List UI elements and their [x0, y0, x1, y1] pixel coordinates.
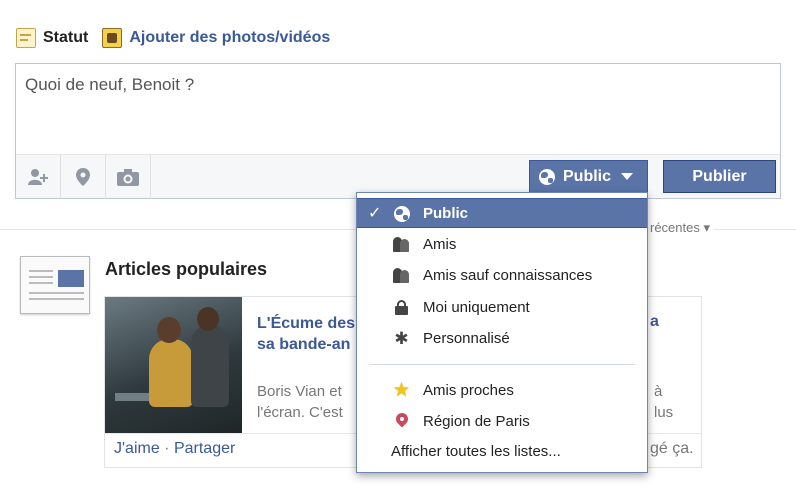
share-link[interactable]: Partager [174, 440, 235, 457]
menu-item-custom[interactable]: ✱ Personnalisé [357, 324, 647, 354]
friends-icon [393, 236, 410, 253]
tab-status-label: Statut [43, 29, 89, 46]
menu-item-label: Amis proches [423, 382, 514, 399]
menu-item-friends[interactable]: Amis [357, 230, 647, 260]
thumbnail-head [197, 307, 219, 331]
newspaper-line [29, 276, 53, 278]
star-icon: ★ [392, 380, 411, 401]
menu-item-public[interactable]: ✓ Public [357, 198, 647, 228]
article-title-fragment[interactable]: a [650, 313, 659, 331]
show-all-lists-link[interactable]: Afficher toutes les listes... [391, 443, 561, 460]
thumbnail-person [191, 325, 229, 407]
menu-item-label: Public [423, 205, 469, 222]
section-title: Articles populaires [105, 259, 268, 279]
newspaper-line [29, 292, 84, 294]
newspaper-image-block [58, 270, 84, 287]
gear-icon: ✱ [394, 329, 409, 348]
newspaper-icon [20, 256, 90, 314]
menu-item-only-me[interactable]: Moi uniquement [357, 293, 647, 323]
menu-item-label: Amis [423, 236, 457, 253]
tab-add-photos[interactable]: Ajouter des photos/vidéos [102, 28, 330, 48]
photo-icon [102, 28, 123, 48]
newspaper-line [29, 298, 84, 300]
thumbnail-head [157, 317, 181, 343]
like-link[interactable]: J'aime [114, 440, 160, 457]
newspaper-line [29, 282, 53, 284]
tag-friends-icon[interactable] [16, 155, 61, 199]
article-snippet: Boris Vian et l'écran. C'est [257, 381, 367, 423]
likes-summary: gé ça. [650, 440, 694, 457]
tab-add-photos-label: Ajouter des photos/vidéos [129, 29, 331, 46]
friends-except-icon [393, 267, 410, 284]
article-snippet-line: lus [654, 404, 674, 421]
menu-item-label: Amis sauf connaissances [423, 267, 593, 284]
article-snippet-line: Boris Vian et [257, 383, 342, 400]
menu-item-close-friends[interactable]: ★ Amis proches [357, 376, 647, 406]
article-actions: J'aime · Partager [114, 440, 235, 458]
tab-status[interactable]: Statut [16, 28, 88, 48]
action-separator: · [159, 440, 174, 457]
menu-item-label: Moi uniquement [423, 299, 530, 316]
audience-label: Public [563, 167, 612, 185]
status-composer: Quoi de neuf, Benoit ? Public Publier [15, 63, 781, 199]
article-thumbnail[interactable] [105, 297, 242, 433]
check-icon: ✓ [368, 205, 382, 222]
lock-icon [393, 299, 410, 316]
composer-tabs: Statut Ajouter des photos/vidéos [16, 26, 344, 50]
article-snippet-fragment: à lus [654, 381, 673, 423]
globe-icon [539, 168, 555, 185]
menu-item-label: Région de Paris [423, 413, 530, 430]
location-pin-icon[interactable] [61, 155, 106, 199]
menu-item-paris-region[interactable]: Région de Paris [357, 407, 647, 437]
newspaper-line [29, 270, 53, 272]
audience-selector-button[interactable]: Public [529, 160, 648, 193]
article-snippet-line: à [654, 383, 663, 400]
status-note-icon [16, 28, 36, 48]
sort-selector[interactable]: récentes ▾ [646, 220, 714, 236]
audience-menu: ✓ Public Amis Amis sauf connaissances Mo… [356, 192, 648, 473]
menu-item-friends-except[interactable]: Amis sauf connaissances [357, 261, 647, 291]
menu-item-label: Personnalisé [423, 330, 510, 347]
globe-icon [393, 205, 410, 222]
publish-button[interactable]: Publier [663, 160, 776, 193]
location-pin-icon [393, 413, 410, 430]
camera-icon[interactable] [106, 155, 151, 199]
status-input[interactable]: Quoi de neuf, Benoit ? [25, 75, 194, 95]
article-snippet-line: l'écran. C'est [257, 404, 343, 421]
thumbnail-person [149, 339, 193, 407]
chevron-down-icon [621, 173, 634, 180]
menu-divider [369, 364, 635, 365]
